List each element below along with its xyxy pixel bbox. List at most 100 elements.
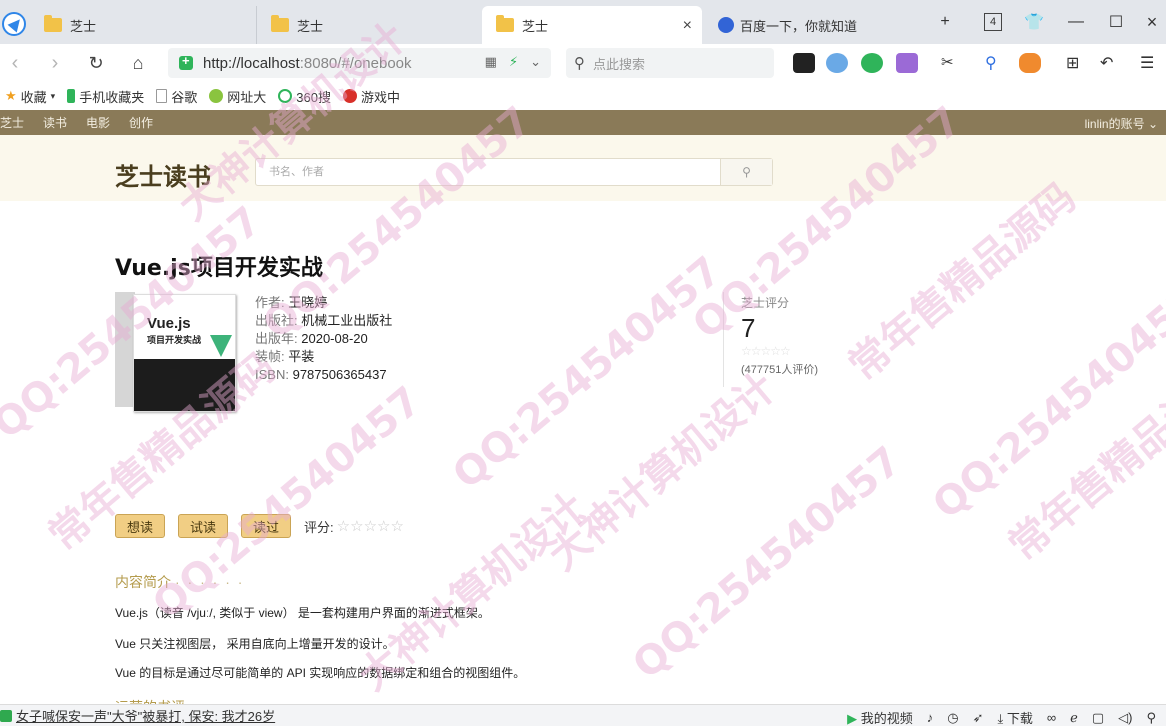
game-icon[interactable] — [1019, 53, 1041, 73]
refresh-icon[interactable]: ↻ — [85, 53, 107, 75]
lightning-icon[interactable]: ⚡ — [509, 54, 518, 70]
new-tab-icon[interactable]: + — [934, 10, 956, 34]
watermark: QQ:254540457 — [924, 277, 1166, 529]
download-button[interactable]: ⤓ 下载 — [997, 708, 1032, 726]
folder-icon — [496, 15, 514, 32]
want-to-read-button[interactable]: 想读 — [115, 514, 166, 538]
qr-code-icon[interactable]: ▦ — [485, 54, 497, 70]
hao-icon — [209, 89, 224, 103]
news-ticker[interactable]: 女子喊保安一声"大爷"被暴打, 保安: 我才26岁 — [0, 706, 275, 725]
skin-shirt-icon[interactable]: 👕 — [1024, 10, 1044, 34]
rating-score: 7 — [741, 313, 756, 343]
book-title: Vue.js项目开发实战 — [115, 256, 323, 281]
book-meta: 作者: 王晓婷 出版社: 机械工业出版社 出版年: 2020-08-20 装帧:… — [255, 294, 392, 384]
translate-icon[interactable] — [896, 53, 918, 73]
account-menu[interactable]: linlin的账号 ⌄ — [1085, 115, 1158, 132]
site-search: ⚲ — [255, 158, 773, 186]
chevron-down-icon[interactable]: ⌄ — [530, 54, 541, 70]
menu-icon[interactable]: ☰ — [1140, 53, 1162, 73]
tab-4[interactable]: 百度一下，你就知道 — [704, 6, 924, 44]
cover-dark-band — [134, 359, 235, 411]
tab-label: 芝士 — [70, 18, 97, 34]
book-actions: 想读 试读 读过 评分: ☆☆☆☆☆ — [115, 514, 404, 538]
watermark: 常年售精品源码 — [1000, 354, 1166, 570]
meta-pubdate: 出版年: 2020-08-20 — [255, 331, 368, 346]
nav-create[interactable]: 创作 — [129, 114, 153, 131]
bookmark-favorites[interactable]: ★ 收藏 ▾ — [5, 87, 55, 106]
browser-search-input[interactable]: ⚲ 点此搜索 — [566, 48, 774, 78]
url-text: http://localhost:8080/#/onebook — [203, 54, 412, 72]
tab-3-active[interactable]: 芝士 × — [482, 6, 702, 44]
cover-subtitle: 项目开发实战 — [147, 335, 202, 345]
wechat-icon[interactable] — [861, 53, 883, 73]
window-close-icon[interactable]: × — [1142, 10, 1162, 34]
meta-publisher: 出版社: 机械工业出版社 — [255, 313, 393, 328]
scissors-icon[interactable]: ✂ — [941, 53, 963, 73]
tab-count-badge[interactable]: 4 — [984, 13, 1002, 31]
phone-icon — [67, 89, 76, 103]
watermark: QQ:254540457 — [624, 437, 911, 689]
ie-icon[interactable]: ℯ — [1070, 710, 1078, 726]
tab-1[interactable]: 芝士 — [30, 6, 255, 44]
score-label: 评分: — [304, 519, 334, 535]
play-icon: ▶ — [847, 711, 858, 726]
chevron-down-icon: ▾ — [50, 90, 56, 101]
rating-count: (477751人评价) — [741, 364, 819, 376]
minimize-icon[interactable]: — — [1066, 10, 1086, 34]
clock-icon[interactable]: ◷ — [947, 710, 958, 726]
browser-logo-icon[interactable] — [2, 12, 26, 36]
browser-tabbar: 芝士 芝士 芝士 × 百度一下，你就知道 + 4 👕 — ☐ × — [0, 0, 1166, 44]
folder-icon — [44, 15, 62, 32]
back-icon[interactable]: ‹ — [4, 53, 26, 75]
glasses-icon[interactable]: ∞ — [1047, 710, 1056, 725]
forward-icon[interactable]: › — [44, 53, 66, 75]
zoom-icon[interactable]: ⚲ — [1146, 710, 1156, 726]
maximize-icon[interactable]: ☐ — [1106, 10, 1126, 34]
have-read-button[interactable]: 读过 — [241, 514, 292, 538]
undo-icon[interactable]: ↶ — [1100, 53, 1122, 73]
bookmark-games[interactable]: 游戏中 — [342, 87, 400, 106]
watermark: 大神计算机设计 — [540, 364, 785, 580]
vue-logo-icon — [210, 335, 232, 357]
site-logo[interactable]: 芝士读书 — [115, 157, 211, 192]
browser-address-bar: ‹ › ↻ ⌂ http://localhost:8080/#/onebook … — [0, 44, 1166, 82]
rocket-icon[interactable]: ➶ — [973, 710, 984, 726]
site-search-button[interactable]: ⚲ — [720, 159, 772, 185]
star-icon: ★ — [5, 88, 17, 103]
trial-read-button[interactable]: 试读 — [178, 514, 229, 538]
tab-close-icon[interactable]: × — [683, 17, 692, 35]
nav-movies[interactable]: 电影 — [86, 114, 110, 131]
book-spine — [115, 292, 135, 407]
home-icon[interactable]: ⌂ — [127, 53, 149, 75]
book-cover: Vue.js 项目开发实战 — [115, 292, 236, 413]
book-cover-front: Vue.js 项目开发实战 — [133, 294, 236, 412]
tab-label: 百度一下，你就知道 — [740, 18, 858, 34]
meta-isbn: ISBN: 9787506365437 — [255, 367, 387, 382]
bookmark-hao[interactable]: 网址大 — [209, 87, 266, 106]
apps-grid-icon[interactable]: ⊞ — [1066, 53, 1088, 73]
intro-paragraph: Vue.js（读音 /vjuː/, 类似于 view） 是一套构建用户界面的渐进… — [115, 606, 490, 620]
extension-icon[interactable] — [793, 53, 815, 73]
game-center-icon — [342, 89, 357, 103]
tab-2[interactable]: 芝士 — [256, 6, 481, 44]
url-field[interactable]: http://localhost:8080/#/onebook ▦ ⚡ ⌄ — [168, 48, 551, 78]
sync-icon[interactable] — [826, 53, 848, 73]
bookmark-google[interactable]: 谷歌 — [156, 87, 197, 106]
magnifier-icon[interactable]: ⚲ — [985, 53, 1007, 73]
url-tools: ▦ ⚡ ⌄ — [485, 54, 541, 70]
nav-books[interactable]: 读书 — [43, 114, 67, 131]
bookmark-mobile[interactable]: 手机收藏夹 — [67, 87, 144, 106]
window-icon[interactable]: ▢ — [1092, 710, 1104, 726]
nav-zhishi[interactable]: 芝士 — [0, 114, 24, 131]
bookmarks-bar: ★ 收藏 ▾ 手机收藏夹 谷歌 网址大 360搜 游戏中 — [0, 82, 1166, 110]
speaker-icon[interactable]: ♪ — [927, 710, 934, 725]
meta-author: 作者: 王晓婷 — [255, 295, 328, 310]
bookmark-360[interactable]: 360搜 — [278, 87, 331, 106]
rating-box: 芝士评分 7 ☆☆☆☆☆ (477751人评价) — [723, 292, 903, 387]
score-stars[interactable]: ☆☆☆☆☆ — [337, 517, 404, 535]
cover-title: Vue.js — [147, 315, 191, 332]
site-search-input[interactable] — [256, 159, 716, 185]
my-video-button[interactable]: ▶ 我的视频 — [847, 708, 913, 726]
search-icon: ⚲ — [742, 165, 751, 179]
volume-icon[interactable]: ◁) — [1118, 710, 1132, 726]
